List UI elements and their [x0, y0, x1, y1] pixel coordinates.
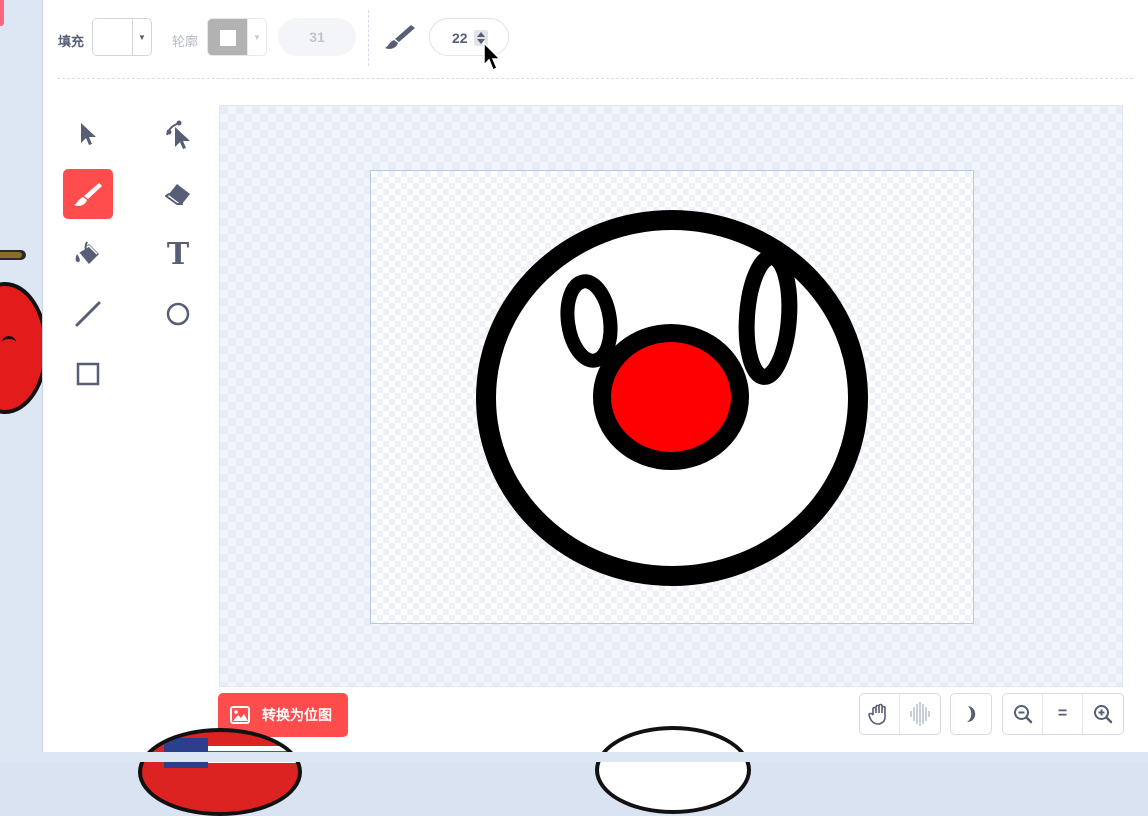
brush-size-value: 22 — [452, 30, 468, 46]
sprite-stick-inner — [0, 252, 22, 258]
flip-button[interactable] — [900, 694, 940, 734]
nose-ellipse[interactable] — [593, 324, 749, 470]
flag-stripe — [208, 746, 298, 751]
reshape-tool[interactable] — [153, 109, 203, 159]
eraser-tool[interactable] — [153, 169, 203, 219]
paint-canvas[interactable] — [219, 105, 1123, 687]
paint-editor: 填充 ▼ 轮廓 ▼ 31 22 T 转换为位图 = — [42, 0, 1148, 816]
convert-label: 转换为位图 — [262, 707, 332, 723]
zoom-in-icon — [1094, 705, 1113, 724]
zoom-out-button[interactable] — [1003, 694, 1043, 734]
outline-color-picker: ▼ — [207, 18, 267, 56]
text-tool[interactable]: T — [153, 229, 203, 279]
zoom-reset-button[interactable]: = — [1043, 694, 1083, 734]
fill-label: 填充 — [58, 34, 85, 49]
fill-bucket-icon — [75, 241, 99, 264]
outline-swatch — [208, 19, 248, 55]
dark-mode-button[interactable] — [951, 694, 991, 734]
fill-swatch — [93, 19, 133, 55]
sprite-preview-us[interactable] — [138, 728, 302, 816]
hand-icon — [867, 703, 886, 725]
sprite-strip — [0, 0, 42, 762]
chevron-down-icon: ▼ — [138, 32, 146, 42]
select-tool[interactable] — [63, 109, 113, 159]
line-icon — [75, 301, 101, 327]
theme-controls — [950, 693, 992, 735]
sound-wave-icon — [910, 702, 930, 726]
zoom-in-button[interactable] — [1083, 694, 1123, 734]
brush-size-icon — [385, 25, 415, 49]
toolbar-separator — [57, 78, 1133, 79]
zoom-out-icon — [1013, 705, 1032, 724]
sprite-tab-edge — [0, 0, 4, 26]
brush-icon — [74, 183, 102, 206]
bottom-strip — [0, 752, 1148, 762]
toolbar-divider — [368, 10, 369, 66]
mouse-cursor-icon — [483, 42, 502, 72]
group-button[interactable] — [860, 694, 900, 734]
circle-tool[interactable] — [153, 289, 203, 339]
left-eye[interactable] — [560, 274, 618, 368]
sprite-preview-japan[interactable] — [595, 726, 751, 814]
group-ungroup-controls — [859, 693, 941, 735]
rectangle-icon — [76, 362, 100, 386]
outline-width-input: 31 — [278, 18, 356, 56]
rectangle-tool[interactable] — [63, 349, 113, 399]
brush-tool[interactable] — [63, 169, 113, 219]
moon-icon — [967, 706, 976, 722]
circle-icon — [166, 302, 190, 326]
text-tool-icon: T — [166, 236, 190, 272]
select-arrow-icon — [81, 123, 96, 145]
line-tool[interactable] — [63, 289, 113, 339]
zoom-controls: = — [1002, 693, 1124, 735]
reshape-icon — [166, 120, 190, 149]
zoom-reset-label: = — [1057, 705, 1068, 722]
outline-label: 轮廓 — [172, 34, 199, 49]
chevron-down-icon: ▼ — [253, 32, 261, 42]
eraser-icon — [165, 184, 190, 205]
sprite-preview-mark — [2, 336, 16, 349]
countryball-drawing[interactable] — [371, 171, 975, 625]
right-eye[interactable] — [738, 249, 798, 385]
costume-bounds[interactable] — [370, 170, 974, 624]
paint-toolbar: 填充 ▼ 轮廓 ▼ 31 22 — [43, 0, 1148, 78]
fill-color-picker[interactable]: ▼ — [92, 18, 152, 56]
image-icon — [230, 706, 250, 724]
fill-tool[interactable] — [63, 229, 113, 279]
stepper-up-icon[interactable] — [477, 32, 485, 37]
